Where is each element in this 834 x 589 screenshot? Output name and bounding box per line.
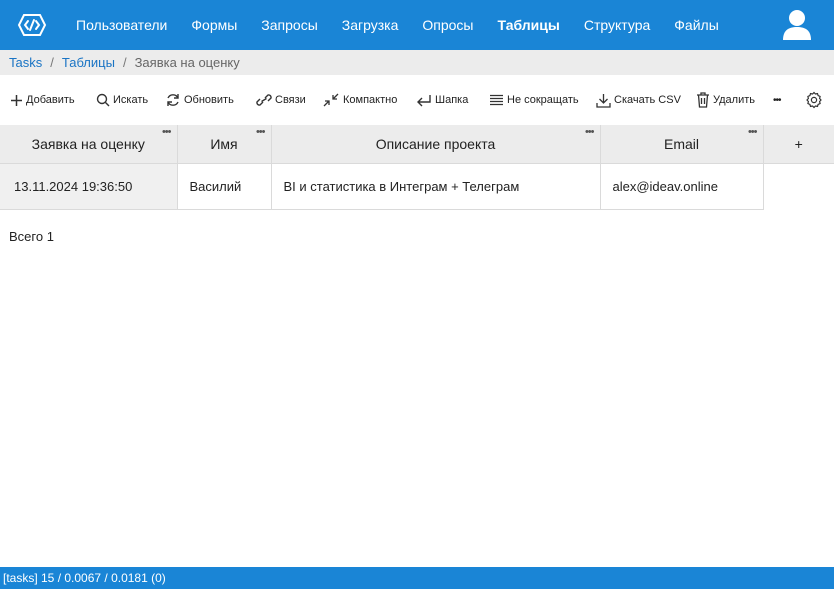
nav-item-tables[interactable]: Таблицы bbox=[486, 0, 572, 50]
table-cell[interactable]: BI и статистика в Интеграм + Телеграм bbox=[271, 163, 601, 210]
table-header-row: Заявка на оценку ••• Имя ••• Описание пр… bbox=[0, 125, 834, 164]
column-menu-button[interactable]: ••• bbox=[162, 127, 172, 138]
links-button[interactable]: Связи bbox=[256, 86, 306, 114]
lines-icon bbox=[490, 94, 503, 106]
link-icon bbox=[256, 94, 272, 106]
breadcrumb-current: Заявка на оценку bbox=[134, 55, 240, 70]
download-icon bbox=[596, 93, 611, 108]
nav-item-forms[interactable]: Формы bbox=[179, 0, 249, 50]
column-menu-button[interactable]: ••• bbox=[748, 127, 758, 138]
search-button-label: Искать bbox=[113, 94, 149, 106]
add-button-label: Добавить bbox=[26, 94, 75, 106]
add-button[interactable]: Добавить bbox=[10, 86, 75, 114]
column-header[interactable]: Описание проекта ••• bbox=[271, 125, 601, 164]
column-header-label: Имя bbox=[210, 135, 238, 152]
table-cell[interactable]: alex@ideav.online bbox=[600, 163, 764, 210]
column-header-label: Заявка на оценку bbox=[31, 135, 145, 152]
search-button[interactable]: Искать bbox=[96, 86, 148, 114]
column-header[interactable]: Имя ••• bbox=[177, 125, 272, 164]
top-navbar: Пользователи Формы Запросы Загрузка Опро… bbox=[0, 0, 834, 50]
table-cell[interactable]: 13.11.2024 19:36:50 bbox=[0, 163, 178, 210]
logo-icon[interactable] bbox=[0, 0, 64, 50]
download-csv-button-label: Скачать CSV bbox=[614, 94, 681, 106]
compact-button[interactable]: Компактно bbox=[322, 86, 397, 114]
add-column-button[interactable]: + bbox=[763, 125, 834, 164]
trash-icon bbox=[697, 92, 709, 108]
column-header-label: Описание проекта bbox=[375, 135, 496, 152]
nav-item-users[interactable]: Пользователи bbox=[64, 0, 179, 50]
gear-icon bbox=[806, 91, 822, 109]
nav-item-polls[interactable]: Опросы bbox=[410, 0, 485, 50]
breadcrumb-separator: / bbox=[122, 55, 127, 70]
download-csv-button[interactable]: Скачать CSV bbox=[596, 86, 681, 114]
breadcrumb: Tasks / Таблицы / Заявка на оценку bbox=[0, 50, 834, 75]
return-arrow-icon bbox=[417, 94, 431, 106]
refresh-icon bbox=[167, 94, 179, 106]
compress-icon bbox=[323, 93, 339, 107]
column-header[interactable]: Заявка на оценку ••• bbox=[0, 125, 178, 164]
nav-item-queries[interactable]: Запросы bbox=[249, 0, 329, 50]
delete-button-label: Удалить bbox=[713, 94, 755, 106]
nav-menu: Пользователи Формы Запросы Загрузка Опро… bbox=[64, 0, 731, 50]
toolbar: Добавить Искать Обновить Связи Компактно… bbox=[0, 86, 834, 114]
links-button-label: Связи bbox=[275, 94, 306, 106]
empty-cell bbox=[763, 163, 834, 209]
table-row: 13.11.2024 19:36:50 Василий BI и статист… bbox=[0, 163, 834, 210]
user-icon[interactable] bbox=[782, 9, 812, 41]
table-cell[interactable]: Василий bbox=[177, 163, 272, 210]
header-button-label: Шапка bbox=[435, 94, 469, 106]
nav-item-upload[interactable]: Загрузка bbox=[330, 0, 411, 50]
breadcrumb-separator: / bbox=[50, 55, 54, 70]
status-footer: [tasks] 15 / 0.0067 / 0.0181 (0) bbox=[0, 567, 834, 589]
compact-button-label: Компактно bbox=[343, 94, 398, 106]
refresh-button-label: Обновить bbox=[184, 94, 234, 106]
no-truncate-button-label: Не сокращать bbox=[507, 94, 579, 106]
header-button[interactable]: Шапка bbox=[416, 86, 468, 114]
breadcrumb-tasks[interactable]: Tasks bbox=[9, 55, 42, 70]
settings-button[interactable] bbox=[805, 86, 826, 114]
refresh-button[interactable]: Обновить bbox=[165, 86, 234, 114]
column-menu-button[interactable]: ••• bbox=[256, 127, 266, 138]
plus-icon bbox=[11, 94, 22, 106]
data-table: Заявка на оценку ••• Имя ••• Описание пр… bbox=[0, 125, 834, 210]
column-header-label: Email bbox=[663, 135, 699, 152]
delete-button[interactable]: Удалить bbox=[696, 86, 755, 114]
breadcrumb-tables[interactable]: Таблицы bbox=[62, 55, 115, 70]
nav-item-files[interactable]: Файлы bbox=[662, 0, 730, 50]
column-menu-button[interactable]: ••• bbox=[585, 127, 595, 138]
column-header[interactable]: Email ••• bbox=[600, 125, 764, 164]
no-truncate-button[interactable]: Не сокращать bbox=[489, 86, 579, 114]
more-button[interactable]: ••• bbox=[773, 86, 781, 114]
nav-item-structure[interactable]: Структура bbox=[572, 0, 662, 50]
total-count: Всего 1 bbox=[9, 229, 54, 244]
search-icon bbox=[96, 93, 110, 107]
